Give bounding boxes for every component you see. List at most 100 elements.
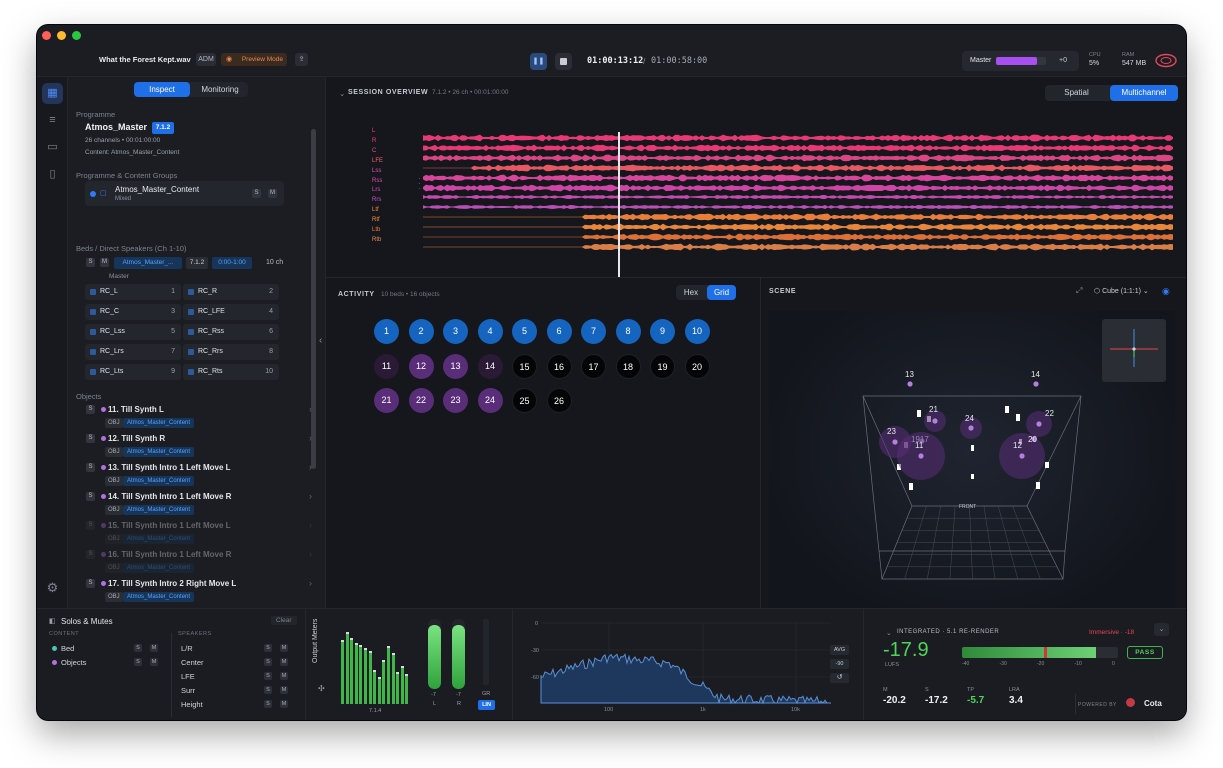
speaker-rc-lrs[interactable]: RC_Lrs 7 (85, 344, 181, 360)
floor-button[interactable]: -90 (830, 659, 849, 669)
stop-button[interactable] (555, 53, 572, 70)
visibility-eye-icon[interactable]: ◉ (1162, 286, 1170, 297)
channel-waveform[interactable] (423, 179, 1174, 191)
pause-button[interactable]: ❚❚ (530, 53, 547, 70)
solo-button[interactable]: S (134, 658, 142, 666)
object-solo-button[interactable]: S (86, 405, 95, 414)
playhead[interactable] (618, 132, 621, 277)
master-gain-control[interactable]: Master +0 (962, 51, 1079, 71)
solo-button[interactable]: S (264, 700, 272, 708)
activity-cell[interactable]: 9 (650, 319, 675, 344)
tab-spatial[interactable]: Spatial (1045, 85, 1108, 101)
tab-inspect[interactable]: Inspect (134, 82, 190, 97)
activity-cell[interactable]: 1 (374, 319, 399, 344)
object-solo-button[interactable]: S (86, 434, 95, 443)
reset-icon[interactable]: ↺ (830, 673, 849, 683)
activity-cell[interactable]: 2 (408, 319, 434, 344)
expand-icon[interactable]: ⤢ (1076, 286, 1082, 296)
activity-cell[interactable]: 4 (477, 319, 503, 344)
device-icon[interactable]: ▯ (42, 164, 63, 185)
object-solo-button[interactable]: S (86, 521, 95, 530)
activity-cell[interactable]: 18 (615, 353, 641, 379)
zoom-window-button[interactable] (72, 31, 81, 40)
content-group-card[interactable]: ▢ Atmos_Master_Content Mixed S M (85, 181, 284, 206)
routing-icon[interactable]: ≡ (42, 110, 63, 131)
bed-mute-button[interactable]: M (100, 258, 109, 267)
object-row[interactable]: S 17. Till Synth Intro 2 Right Move L OBJ A… (76, 576, 316, 605)
speaker-rc-rts[interactable]: RC_Rts 10 (183, 364, 279, 380)
activity-cell[interactable]: 14 (477, 353, 503, 379)
speaker-rc-lss[interactable]: RC_Lss 5 (85, 324, 181, 340)
lin-button[interactable]: LIN (478, 700, 495, 710)
mute-button[interactable]: M (280, 686, 288, 694)
channel-waveform[interactable] (423, 159, 1174, 172)
activity-cell[interactable]: 16 (546, 353, 572, 379)
chevron-down-icon[interactable]: ⌄ (886, 629, 892, 637)
tab-monitoring[interactable]: Monitoring (192, 82, 248, 97)
tab-hex[interactable]: Hex (676, 285, 706, 300)
speaker-rc-c[interactable]: RC_C 3 (85, 304, 181, 320)
clear-button[interactable]: Clear (271, 616, 297, 625)
chevron-right-icon[interactable]: › (309, 578, 312, 588)
video-icon[interactable]: ▭ (42, 137, 63, 158)
object-solo-button[interactable]: S (86, 492, 95, 501)
mute-button[interactable]: M (280, 700, 288, 708)
scene-mode-dropdown[interactable]: ⬡ Cube (1:1:1) ⌄ (1094, 287, 1149, 295)
speaker-rc-lts[interactable]: RC_Lts 9 (85, 364, 181, 380)
tab-multichannel[interactable]: Multichannel (1110, 85, 1178, 101)
solo-button[interactable]: S (264, 658, 272, 666)
scene-viewport[interactable]: 1314212422231917111220 FRONT (769, 311, 1175, 622)
export-icon[interactable]: ⇪ (295, 53, 308, 66)
master-slider[interactable] (996, 57, 1046, 65)
solo-button[interactable]: S (264, 686, 272, 694)
activity-cell[interactable]: 21 (374, 388, 399, 413)
activity-cell[interactable]: 19 (650, 353, 675, 379)
channel-waveform[interactable] (423, 208, 1174, 221)
chevron-down-icon[interactable]: ⌄ (339, 89, 345, 98)
activity-cell[interactable]: 10 (684, 319, 710, 344)
mute-button[interactable]: M (280, 644, 288, 652)
speaker-rc-rss[interactable]: RC_Rss 6 (183, 324, 279, 340)
activity-cell[interactable]: 22 (408, 388, 434, 413)
meter-settings-icon[interactable]: ✣ (318, 684, 325, 693)
close-window-button[interactable] (42, 31, 51, 40)
object-row[interactable]: S 12. Till Synth R OBJ Atmos_Master_Content… (76, 431, 316, 460)
activity-cell[interactable]: 15 (512, 353, 537, 379)
activity-cell[interactable]: 6 (546, 319, 572, 344)
solo-button[interactable]: S (134, 644, 142, 652)
tab-grid[interactable]: Grid (707, 285, 736, 300)
speaker-rc-lfe[interactable]: RC_LFE 4 (183, 304, 279, 320)
activity-cell[interactable]: 20 (684, 353, 710, 379)
object-row[interactable]: S 14. Till Synth Intro 1 Left Move R OBJ At… (76, 489, 316, 518)
object-row[interactable]: S 15. Till Synth Intro 1 Left Move L OBJ At… (76, 518, 316, 547)
activity-cell[interactable]: 5 (512, 319, 537, 344)
speaker-rc-r[interactable]: RC_R 2 (183, 284, 279, 300)
channel-waveform[interactable] (423, 198, 1174, 210)
solo-button[interactable]: S (264, 644, 272, 652)
chevron-right-icon[interactable]: › (309, 549, 312, 559)
cloud-logo-icon[interactable] (1154, 52, 1178, 69)
mute-button[interactable]: M (150, 658, 158, 666)
collapse-panel-chevron-icon[interactable]: ‹ (319, 335, 322, 346)
object-row[interactable]: S 16. Till Synth Intro 1 Left Move R OBJ At… (76, 547, 316, 576)
bed-solo-button[interactable]: S (86, 258, 95, 267)
loudness-options-chevron-icon[interactable]: ⌄ (1154, 623, 1169, 636)
group-solo-button[interactable]: S (252, 189, 261, 198)
channel-waveform[interactable] (423, 238, 1174, 251)
chevron-right-icon[interactable]: › (309, 520, 312, 530)
chevron-right-icon[interactable]: › (309, 491, 312, 501)
activity-cell[interactable]: 26 (546, 388, 572, 413)
speaker-rc-l[interactable]: RC_L 1 (85, 284, 181, 300)
inspect-grid-icon[interactable]: ▦ (42, 83, 63, 104)
drag-handle-icon[interactable]: · · · (418, 175, 421, 193)
channel-waveform[interactable] (423, 169, 1174, 181)
activity-cell[interactable]: 13 (443, 353, 468, 379)
channel-waveform[interactable] (423, 129, 1174, 142)
inspector-scrollbar[interactable] (311, 129, 316, 469)
activity-cell[interactable]: 12 (408, 353, 434, 379)
object-solo-button[interactable]: S (86, 550, 95, 559)
object-solo-button[interactable]: S (86, 463, 95, 472)
solo-button[interactable]: S (264, 672, 272, 680)
activity-cell[interactable]: 25 (512, 388, 537, 413)
avg-button[interactable]: AVG (830, 645, 849, 655)
